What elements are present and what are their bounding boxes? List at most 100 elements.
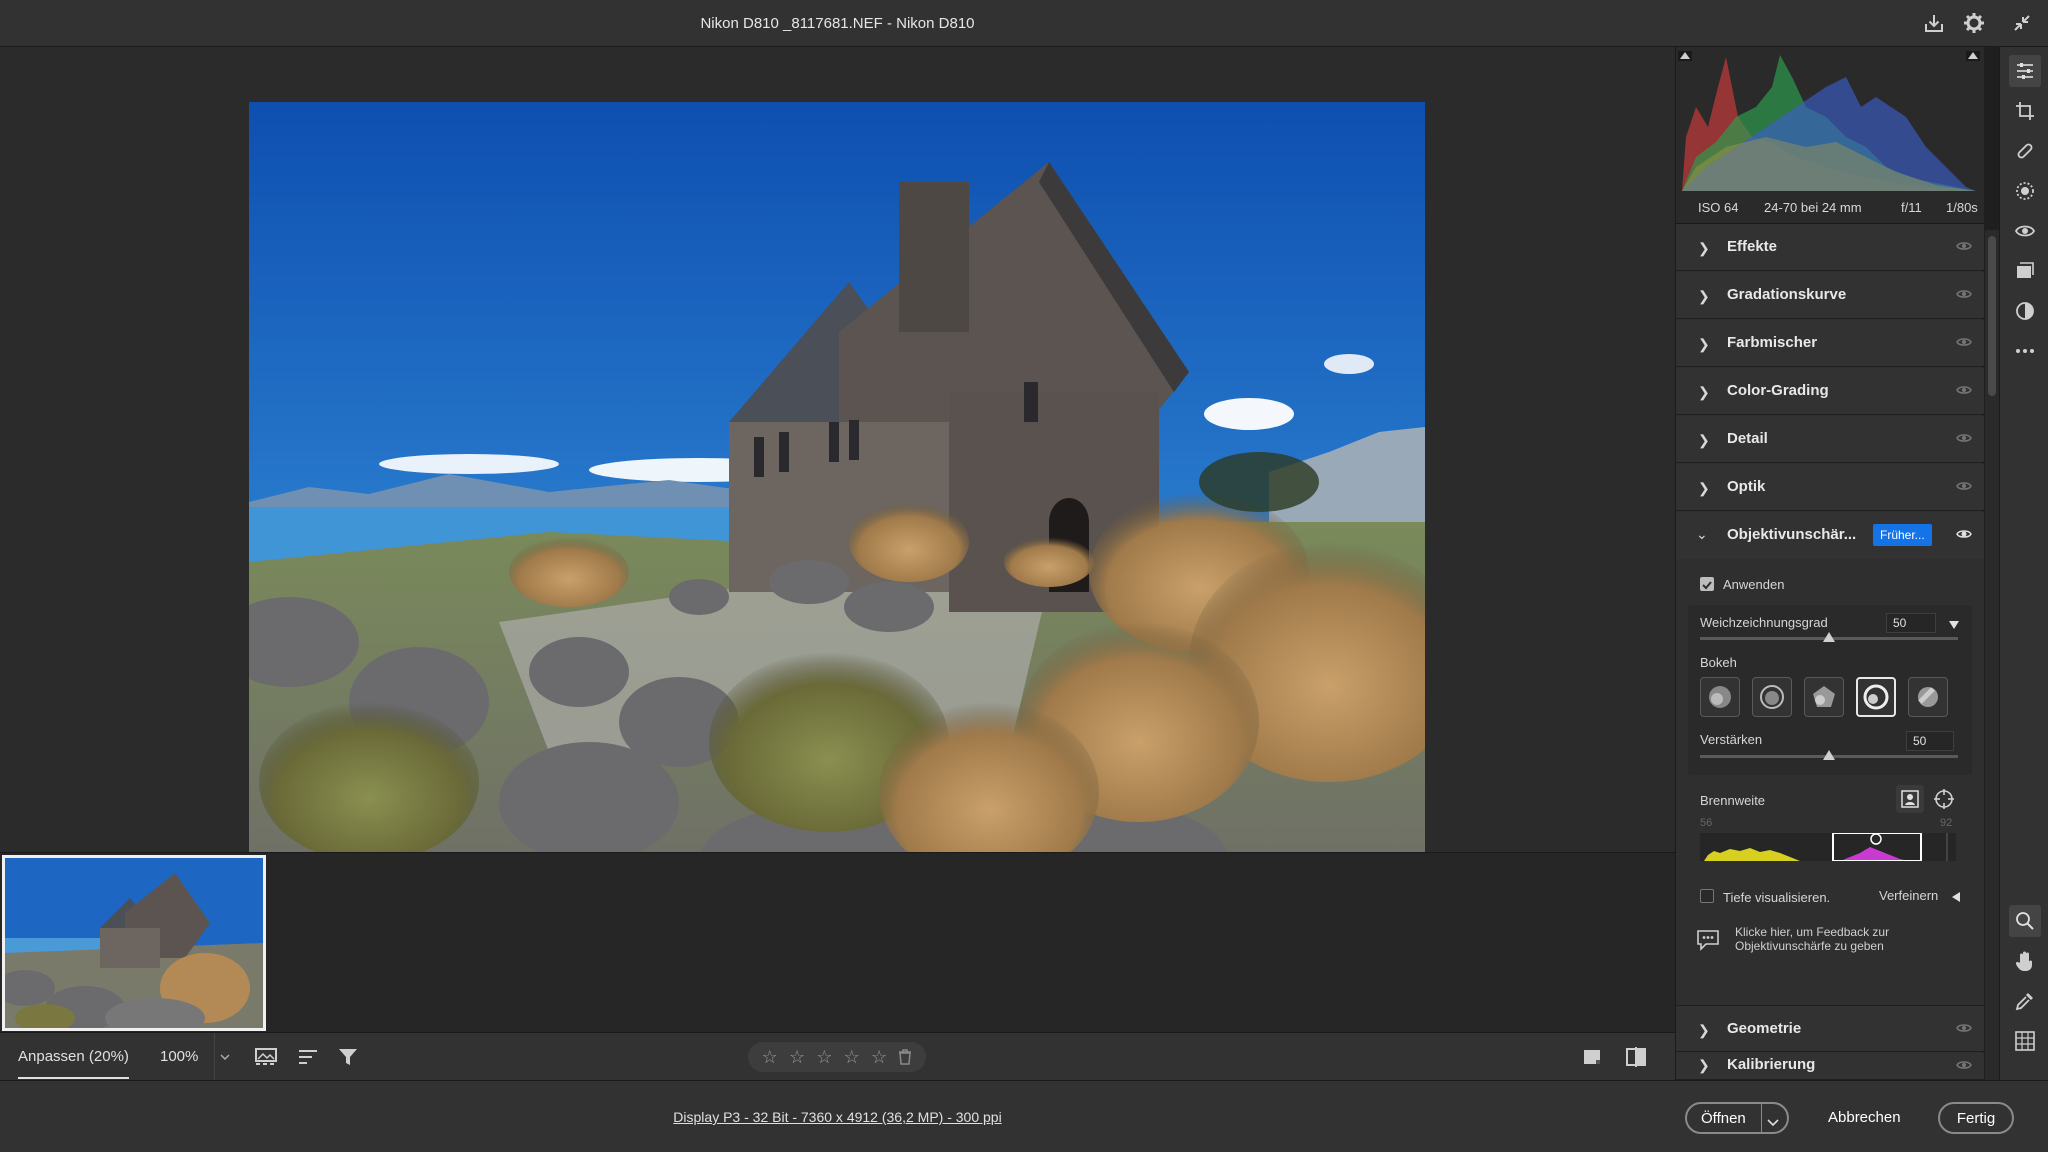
zoom-tool-icon[interactable] <box>2009 905 2041 937</box>
exif-info: ISO 64 24-70 bei 24 mm f/11 1/80s <box>1676 191 1984 224</box>
chevron-right-icon: ❯ <box>1698 288 1710 304</box>
zoom-100-button[interactable]: 100% <box>160 1033 198 1081</box>
zoom-dropdown-chevron-icon[interactable] <box>214 1033 234 1081</box>
red-eye-icon[interactable] <box>2009 215 2041 247</box>
done-button[interactable]: Fertig <box>1938 1102 2014 1134</box>
bokeh-option-5-blade[interactable] <box>1804 677 1844 717</box>
bokeh-option-circle[interactable] <box>1700 677 1740 717</box>
chevron-right-icon: ❯ <box>1698 1057 1710 1073</box>
tool-strip <box>1999 47 2048 1080</box>
rating-star-5[interactable]: ☆ <box>871 1047 887 1068</box>
section-kalibrierung[interactable]: ❯ Kalibrierung <box>1676 1053 1984 1080</box>
eye-icon[interactable] <box>1956 287 1972 305</box>
feedback-link-line-2[interactable]: Objektivunschärfe zu geben <box>1735 939 1884 953</box>
boost-slider-thumb[interactable] <box>1823 750 1835 760</box>
presets-icon[interactable] <box>2009 295 2041 327</box>
focal-range-min: 56 <box>1700 817 1713 829</box>
section-label: Color-Grading <box>1727 382 1829 399</box>
open-button[interactable]: Öffnen <box>1685 1102 1789 1134</box>
window-title: Nikon D810 _8117681.NEF - Nikon D810 <box>700 15 975 32</box>
rating-star-2[interactable]: ☆ <box>789 1047 805 1068</box>
target-focus-icon[interactable] <box>1930 785 1958 813</box>
trash-icon[interactable] <box>898 1049 912 1065</box>
depth-range-histogram[interactable] <box>1700 832 1956 862</box>
camera-raw-window: Nikon D810 _8117681.NEF - Nikon D810 Anp… <box>0 0 2048 1152</box>
collapse-window-icon[interactable] <box>2008 9 2036 37</box>
fit-zoom-button[interactable]: Anpassen (20%) <box>18 1033 129 1079</box>
panel-scrollbar-thumb[interactable] <box>1988 236 1996 396</box>
eye-icon[interactable] <box>1956 1021 1972 1039</box>
hand-tool-icon[interactable] <box>2009 945 2041 977</box>
cancel-button[interactable]: Abbrechen <box>1828 1102 1901 1134</box>
more-options-icon[interactable] <box>2009 335 2041 367</box>
chevron-right-icon: ❯ <box>1698 432 1710 448</box>
workflow-options-link[interactable]: Display P3 - 32 Bit - 7360 x 4912 (36,2 … <box>0 1081 1675 1152</box>
sort-icon[interactable] <box>296 1045 324 1069</box>
save-image-icon[interactable] <box>1920 9 1948 37</box>
feedback-icon[interactable] <box>1696 929 1720 956</box>
eye-icon[interactable] <box>1956 239 1972 257</box>
blur-amount-field[interactable]: 50 <box>1886 613 1936 633</box>
feedback-link-line-1[interactable]: Klicke hier, um Feedback zur <box>1735 925 1889 939</box>
edit-sliders-icon[interactable] <box>2009 55 2041 87</box>
rating-star-4[interactable]: ☆ <box>844 1047 860 1068</box>
eye-icon[interactable] <box>1956 335 1972 353</box>
eye-icon[interactable] <box>1956 383 1972 401</box>
section-geometrie[interactable]: ❯ Geometrie <box>1676 1005 1984 1052</box>
early-access-badge[interactable]: Früher... <box>1873 524 1932 546</box>
chevron-right-icon: ❯ <box>1698 336 1710 352</box>
section-detail[interactable]: ❯ Detail <box>1676 416 1984 463</box>
exif-aperture: f/11 <box>1901 200 1922 215</box>
apply-checkbox[interactable] <box>1700 577 1714 591</box>
photo-preview[interactable] <box>249 102 1425 888</box>
eye-icon[interactable] <box>1956 431 1972 449</box>
single-view-icon[interactable] <box>1580 1045 1604 1069</box>
refine-triangle-icon[interactable] <box>1951 890 1961 908</box>
section-gradationskurve[interactable]: ❯ Gradationskurve <box>1676 272 1984 319</box>
eye-icon[interactable] <box>1956 527 1972 545</box>
bokeh-option-bubble[interactable] <box>1752 677 1792 717</box>
focal-range-max: 92 <box>1940 817 1953 829</box>
visualize-depth-label: Tiefe visualisieren. <box>1723 890 1831 905</box>
exif-iso: ISO 64 <box>1698 200 1739 215</box>
masking-icon[interactable] <box>2009 175 2041 207</box>
blur-amount-slider-thumb[interactable] <box>1823 632 1835 642</box>
gear-icon[interactable] <box>1960 9 1988 37</box>
bottom-toolbar: Anpassen (20%) 100% ☆ ☆ ☆ ☆ ☆ <box>0 1032 1675 1081</box>
filter-icon[interactable] <box>336 1045 364 1069</box>
blur-amount-label: Weichzeichnungsgrad <box>1700 615 1828 630</box>
eye-icon[interactable] <box>1956 1058 1972 1076</box>
exif-lens: 24-70 bei 24 mm <box>1764 200 1862 215</box>
section-color-grading[interactable]: ❯ Color-Grading <box>1676 368 1984 415</box>
boost-field[interactable]: 50 <box>1906 731 1954 751</box>
bokeh-option-cat-eye[interactable] <box>1908 677 1948 717</box>
grid-overlay-icon[interactable] <box>2009 1025 2041 1057</box>
filmstrip-toggle-icon[interactable] <box>254 1045 282 1069</box>
lens-blur-controls: Anwenden Weichzeichnungsgrad 50 Bokeh Ve… <box>1676 559 1984 1011</box>
visualize-depth-checkbox[interactable] <box>1700 889 1714 903</box>
image-stage[interactable] <box>0 47 1675 888</box>
eyedropper-icon[interactable] <box>2009 985 2041 1017</box>
snapshots-icon[interactable] <box>2009 255 2041 287</box>
title-bar: Nikon D810 _8117681.NEF - Nikon D810 <box>0 0 2048 47</box>
eye-icon[interactable] <box>1956 479 1972 497</box>
section-farbmischer[interactable]: ❯ Farbmischer <box>1676 320 1984 367</box>
section-effekte[interactable]: ❯ Effekte <box>1676 224 1984 271</box>
section-optik[interactable]: ❯ Optik <box>1676 464 1984 511</box>
section-label: Detail <box>1727 430 1768 447</box>
bokeh-option-ring[interactable] <box>1856 677 1896 717</box>
before-after-view-icon[interactable] <box>1624 1045 1648 1069</box>
healing-icon[interactable] <box>2009 135 2041 167</box>
subject-focus-icon[interactable] <box>1896 785 1924 813</box>
crop-icon[interactable] <box>2009 95 2041 127</box>
chevron-right-icon: ❯ <box>1698 480 1710 496</box>
rating-star-1[interactable]: ☆ <box>762 1047 778 1068</box>
filmstrip-thumbnail[interactable] <box>2 855 266 1031</box>
panel-scrollbar[interactable] <box>1985 230 1999 1080</box>
open-dropdown-chevron-icon[interactable] <box>1767 1114 1779 1131</box>
rating-star-3[interactable]: ☆ <box>816 1047 832 1068</box>
section-lens-blur[interactable]: ⌄ Objektivunschär... Früher... <box>1676 512 1984 559</box>
refine-label[interactable]: Verfeinern <box>1879 888 1938 903</box>
focal-range-label: Brennweite <box>1700 793 1766 808</box>
blur-amount-dropdown-icon[interactable] <box>1948 617 1960 635</box>
